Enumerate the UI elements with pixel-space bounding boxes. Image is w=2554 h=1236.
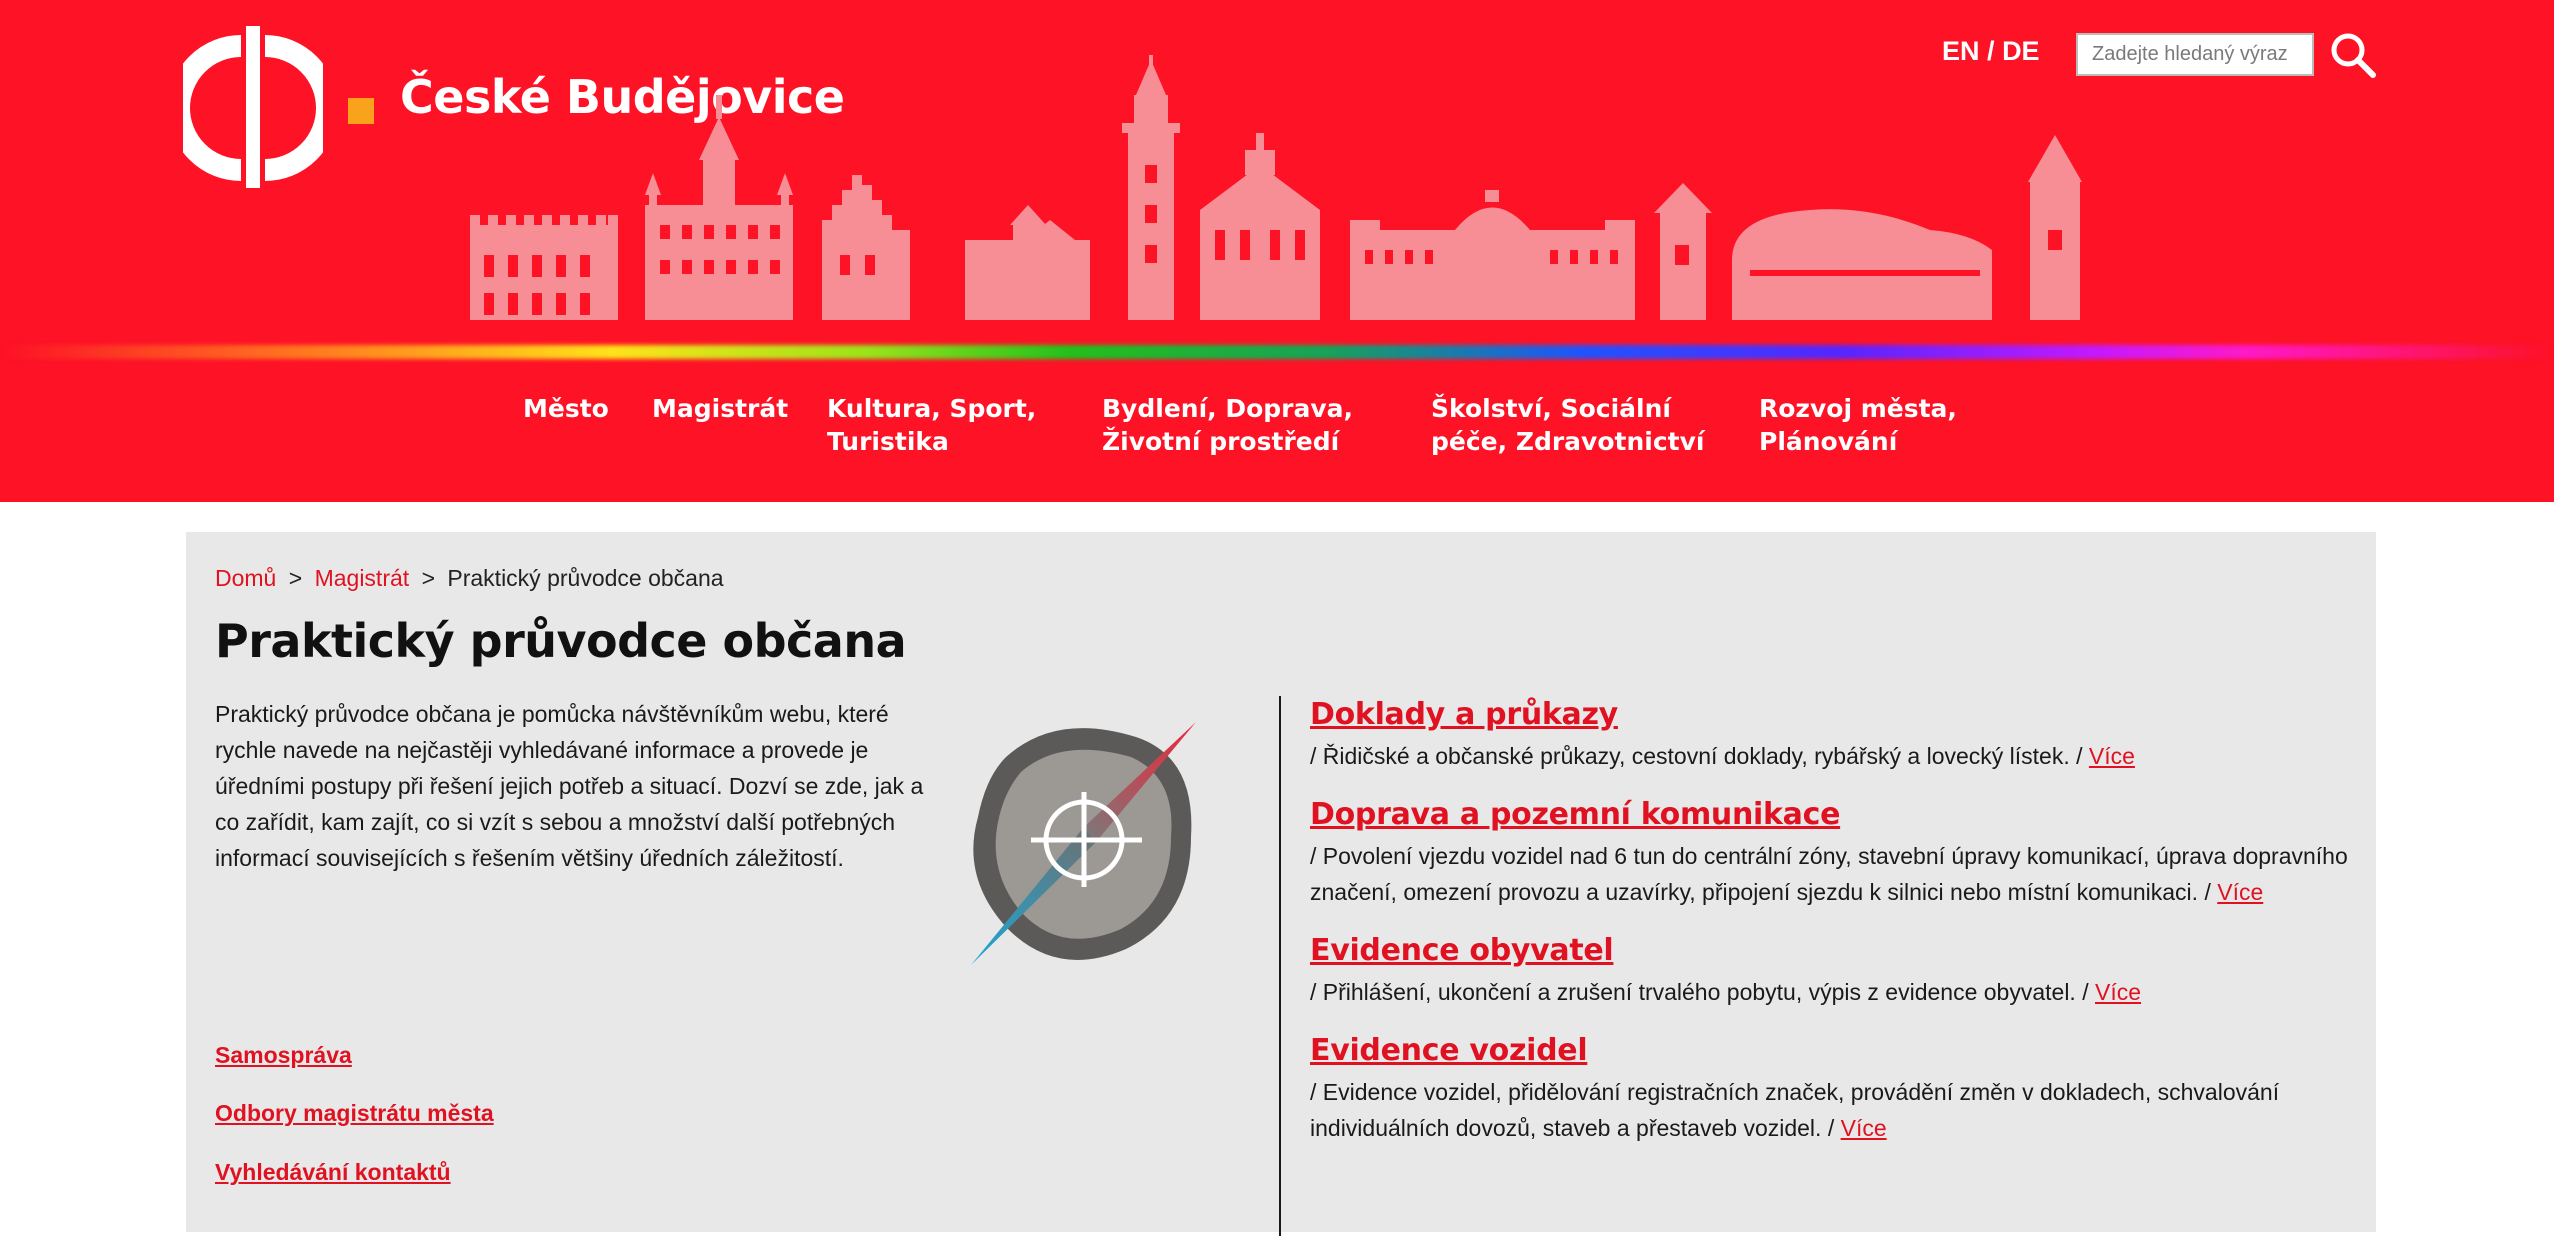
page-title: Praktický průvodce občana — [215, 614, 907, 668]
topic-more-link[interactable]: Více — [1841, 1115, 1887, 1141]
search-input[interactable] — [2076, 33, 2314, 76]
search-button[interactable] — [2328, 30, 2378, 80]
topic-item: Doprava a pozemní komunikace / Povolení … — [1310, 794, 2360, 910]
topic-description: / Přihlášení, ukončení a zrušení trvaléh… — [1310, 979, 2142, 1005]
topic-item: Doklady a průkazy / Řidičské a občanské … — [1310, 694, 2360, 774]
topic-more-link[interactable]: Více — [2095, 979, 2141, 1005]
search-icon — [2331, 33, 2376, 78]
topic-title-link[interactable]: Doklady a průkazy — [1310, 694, 1618, 736]
breadcrumb: Domů > Magistrát > Praktický průvodce ob… — [215, 565, 724, 592]
topic-item: Evidence vozidel / Evidence vozidel, při… — [1310, 1030, 2360, 1146]
nav-item-kultura[interactable]: Kultura, Sport, Turistika — [827, 392, 1036, 458]
site-header: České Budějovice EN / DE Zadejte hledaný… — [0, 0, 2554, 502]
nav-item-bydleni[interactable]: Bydlení, Doprava, Životní prostředí — [1102, 392, 1353, 458]
skyline-building-townhall — [645, 95, 793, 320]
logo-accent-square — [348, 98, 374, 124]
column-divider — [1279, 696, 1281, 1236]
skyline-building-spire — [2028, 135, 2082, 320]
main-navigation: Město Magistrát Kultura, Sport, Turistika… — [0, 392, 2554, 472]
main-content: Domů > Magistrát > Praktický průvodce ob… — [186, 532, 2376, 1236]
skyline-building-black-tower — [1122, 55, 1180, 320]
topic-list: Doklady a průkazy / Řidičské a občanské … — [1310, 694, 2360, 1166]
nav-item-magistrat[interactable]: Magistrát — [652, 392, 788, 425]
breadcrumb-separator: > — [288, 565, 303, 591]
topic-description: / Povolení vjezdu vozidel nad 6 tun do c… — [1310, 843, 2348, 905]
city-logo[interactable] — [168, 26, 338, 188]
sidebar-link-kontakty[interactable]: Vyhledávání kontaktů — [215, 1159, 451, 1186]
city-skyline-illustration — [470, 55, 2082, 320]
intro-text: Praktický průvodce občana je pomůcka náv… — [215, 701, 924, 871]
breadcrumb-parent-link[interactable]: Magistrát — [315, 565, 410, 591]
topic-description: / Řidičské a občanské průkazy, cestovní … — [1310, 743, 2135, 769]
skyline-building-gable — [822, 175, 910, 320]
topic-item: Evidence obyvatel / Přihlášení, ukončení… — [1310, 930, 2360, 1010]
breadcrumb-separator: > — [421, 565, 435, 591]
nav-item-mesto[interactable]: Město — [523, 392, 609, 425]
skyline-building-arena — [1732, 209, 1992, 320]
nav-item-rozvoj[interactable]: Rozvoj města, Plánování — [1759, 392, 1957, 458]
compass-icon — [971, 722, 1196, 965]
nav-item-skolstvi[interactable]: Školství, Sociální péče, Zdravotnictví — [1431, 392, 1704, 458]
topic-more-link[interactable]: Více — [2089, 743, 2135, 769]
topic-title-link[interactable]: Evidence vozidel — [1310, 1030, 1588, 1072]
topic-title-link[interactable]: Evidence obyvatel — [1310, 930, 1614, 972]
topic-more-link[interactable]: Více — [2217, 879, 2263, 905]
breadcrumb-current: Praktický průvodce občana — [447, 565, 724, 591]
city-logo-icon — [168, 26, 338, 188]
breadcrumb-home-link[interactable]: Domů — [215, 565, 276, 591]
sidebar-link-odbory[interactable]: Odbory magistrátu města — [215, 1100, 494, 1127]
skyline-building-church — [965, 205, 1090, 320]
rainbow-divider — [0, 345, 2554, 359]
topic-description: / Evidence vozidel, přidělování registra… — [1310, 1079, 2280, 1141]
skyline-building-cathedral — [1200, 133, 1320, 320]
topic-title-link[interactable]: Doprava a pozemní komunikace — [1310, 794, 1840, 836]
sidebar-link-samosprava[interactable]: Samospráva — [215, 1042, 352, 1069]
